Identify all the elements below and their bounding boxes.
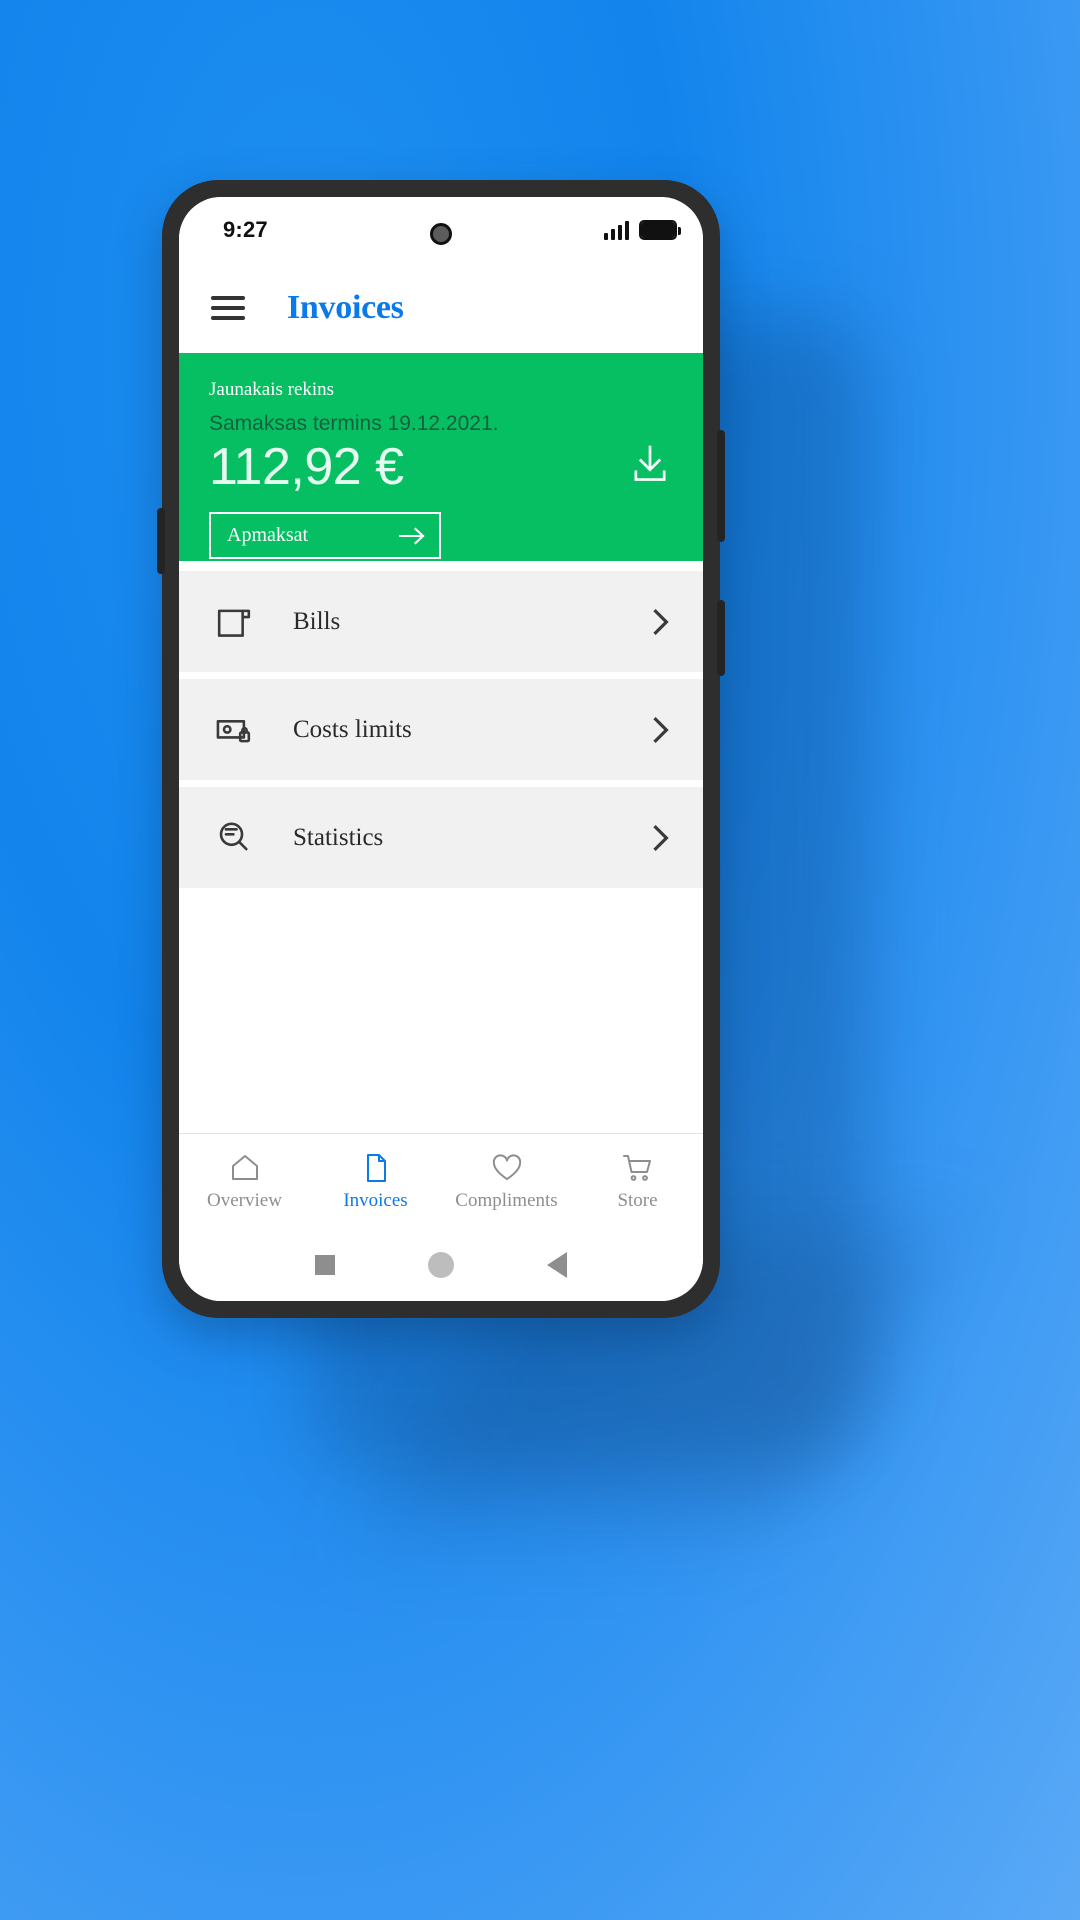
nav-item-store[interactable]: Store [572, 1152, 703, 1212]
home-circle-icon[interactable] [427, 1252, 454, 1278]
invoice-subtitle: Jaunakais rekins [209, 379, 335, 400]
menu-item-statistics[interactable]: Statistics [179, 787, 703, 888]
android-system-nav [179, 1229, 703, 1301]
menu-item-costs-limits[interactable]: Costs limits [179, 679, 703, 780]
volume-button[interactable] [717, 600, 725, 676]
phone-screen: 9:27 Invoices Jaunakais rekins Samaksas … [179, 197, 703, 1301]
status-bar: 9:27 [179, 197, 703, 263]
nav-item-label: Store [617, 1189, 658, 1211]
nav-item-overview[interactable]: Overview [179, 1152, 310, 1212]
home-icon [231, 1154, 258, 1180]
nav-item-invoices[interactable]: Invoices [310, 1152, 441, 1212]
wallet-lock-icon [216, 719, 251, 742]
recents-square-icon[interactable] [315, 1255, 336, 1275]
chevron-right-icon [653, 824, 669, 851]
nav-item-label: Overview [207, 1189, 282, 1211]
nav-item-label: Invoices [343, 1189, 408, 1211]
signal-bars-icon [603, 220, 629, 240]
document-icon [366, 1153, 386, 1182]
invoice-amount: 112,92 € [209, 438, 404, 496]
menu-item-label: Bills [293, 607, 341, 635]
menu-item-label: Costs limits [293, 715, 412, 743]
page-title: Invoices [287, 289, 404, 326]
menu-list: Bills Costs limits Statistics [179, 561, 703, 895]
chevron-right-icon [653, 608, 669, 635]
content-spacer [179, 895, 703, 1133]
nav-item-label: Compliments [455, 1189, 558, 1211]
receipt-scroll-icon [217, 609, 251, 637]
status-indicators [603, 220, 681, 240]
shopping-cart-icon [622, 1154, 651, 1181]
back-triangle-icon[interactable] [546, 1252, 567, 1278]
download-icon[interactable] [633, 445, 667, 483]
hamburger-menu-icon[interactable] [211, 296, 245, 320]
heart-icon [492, 1153, 521, 1180]
side-button-left[interactable] [157, 508, 165, 574]
battery-full-icon [639, 220, 681, 240]
menu-item-bills[interactable]: Bills [179, 571, 703, 672]
bottom-navigation: Overview Invoices Compliments Store [179, 1133, 703, 1229]
front-camera-punch-hole-icon [430, 223, 452, 245]
chevron-right-icon [653, 716, 669, 743]
phone-device: 9:27 Invoices Jaunakais rekins Samaksas … [157, 180, 725, 1318]
pay-button-label: Apmaksat [227, 524, 309, 547]
nav-item-compliments[interactable]: Compliments [441, 1152, 572, 1212]
magnifier-chart-icon [219, 821, 248, 850]
status-time: 9:27 [223, 217, 268, 242]
latest-invoice-card: Jaunakais rekins Samaksas termins 19.12.… [179, 353, 703, 561]
pay-button[interactable]: Apmaksat [209, 512, 441, 560]
app-bar: Invoices [179, 263, 703, 353]
arrow-right-icon [399, 527, 425, 545]
menu-item-label: Statistics [293, 823, 384, 851]
invoice-due-date: Samaksas termins 19.12.2021. [209, 412, 499, 435]
power-button[interactable] [717, 430, 725, 542]
